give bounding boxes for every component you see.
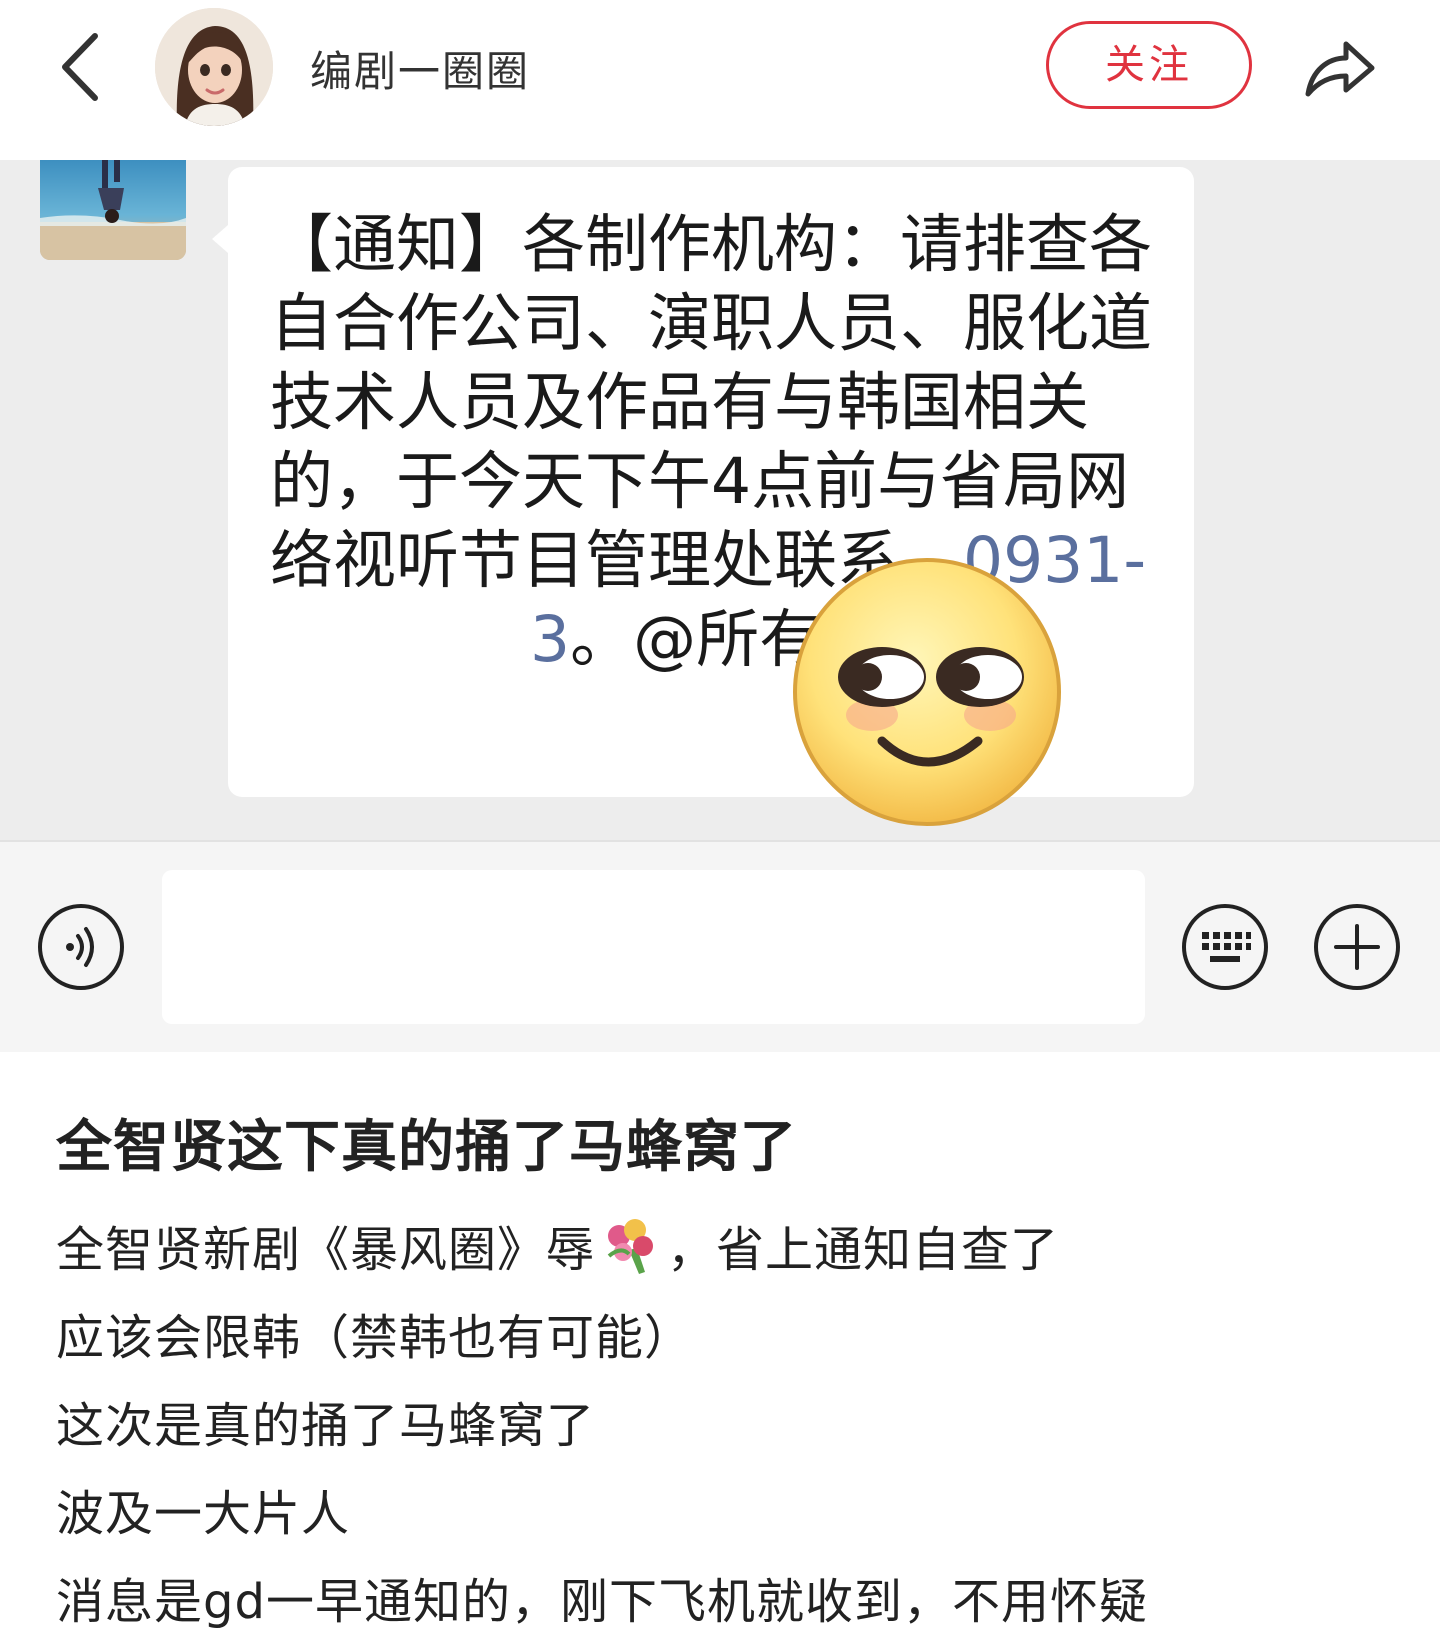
post-content: 全智贤这下真的捅了马蜂窝了 全智贤新剧《暴风圈》辱 ，省上通知自查了 应该会限韩…	[0, 1052, 1440, 1630]
smirk-face-emoji	[790, 555, 1064, 829]
back-button[interactable]	[55, 30, 115, 104]
post-line-5: 消息是gd一早通知的，刚下飞机就收到，不用怀疑	[56, 1574, 1148, 1630]
follow-button[interactable]: 关注	[1046, 21, 1252, 109]
message-input[interactable]	[162, 870, 1145, 1024]
share-button[interactable]	[1300, 28, 1380, 108]
post-title: 全智贤这下真的捅了马蜂窝了	[56, 1115, 797, 1180]
post-line-1-start: 全智贤新剧《暴风圈》辱	[56, 1222, 596, 1278]
bouquet-emoji	[599, 1216, 663, 1276]
voice-icon	[38, 904, 124, 990]
post-line-4: 波及一大片人	[56, 1486, 351, 1542]
message-bubble[interactable]: 【通知】各制作机构：请排查各自合作公司、演职人员、服化道技术人员及作品有与韩国相…	[212, 167, 1194, 826]
author-avatar[interactable]	[155, 8, 273, 126]
more-button[interactable]	[1312, 902, 1402, 992]
keyboard-button[interactable]	[1180, 902, 1270, 992]
post-line-2: 应该会限韩（禁韩也有可能）	[56, 1310, 694, 1366]
phone-number-tail[interactable]: 3	[530, 603, 570, 676]
chat-input-bar	[0, 840, 1440, 1054]
post-line-1: 全智贤新剧《暴风圈》辱 ，省上通知自查了	[56, 1210, 1059, 1280]
chat-screenshot: 【通知】各制作机构：请排查各自合作公司、演职人员、服化道技术人员及作品有与韩国相…	[0, 160, 1440, 840]
plus-icon	[1314, 904, 1400, 990]
sender-avatar	[40, 160, 186, 260]
voice-button[interactable]	[36, 902, 126, 992]
avatar-image	[155, 8, 273, 126]
chevron-left-icon	[62, 33, 98, 101]
post-line-1-end: ，省上通知自查了	[667, 1222, 1060, 1278]
share-arrow-icon	[1305, 41, 1375, 97]
keyboard-icon	[1182, 904, 1268, 990]
beach-photo	[40, 160, 186, 260]
post-line-3: 这次是真的捅了马蜂窝了	[56, 1398, 596, 1454]
top-bar: 编剧一圈圈 关注	[0, 0, 1440, 160]
author-name[interactable]: 编剧一圈圈	[310, 38, 530, 99]
